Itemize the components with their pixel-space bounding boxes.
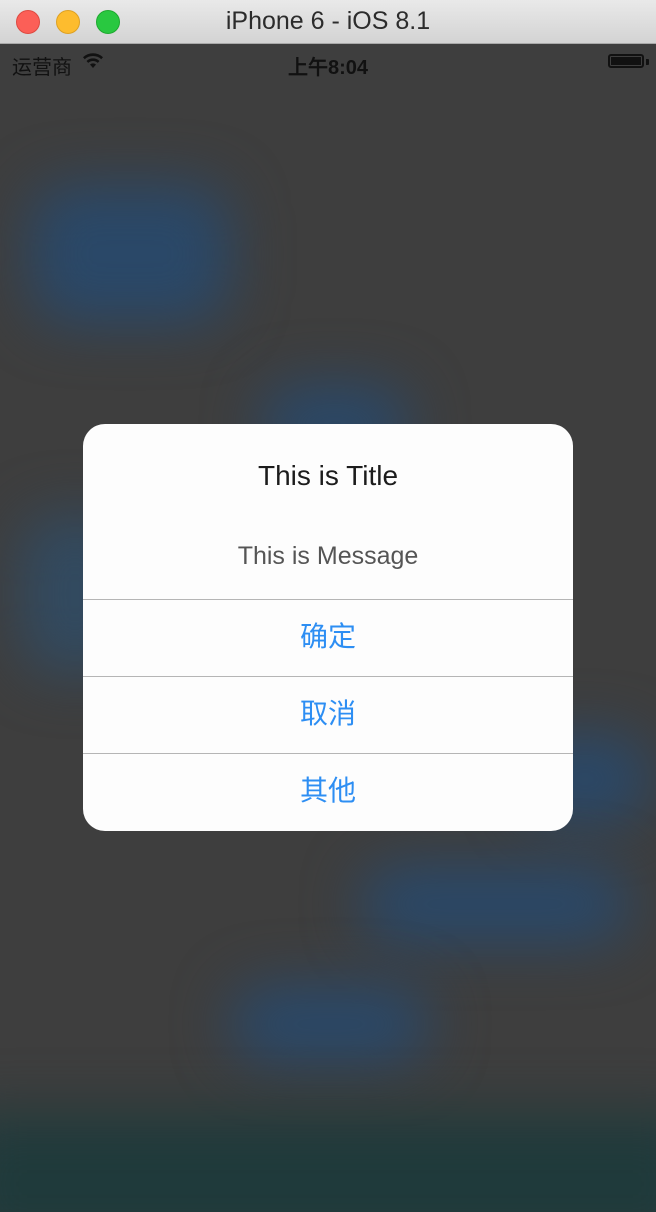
- cancel-button[interactable]: 取消: [83, 676, 573, 753]
- alert-title: This is Title: [257, 460, 399, 491]
- window-titlebar: iPhone 6 - iOS 8.1: [0, 0, 656, 44]
- background-blur: [0, 1114, 656, 1212]
- battery-icon: [608, 54, 644, 68]
- battery-terminal: [646, 59, 649, 65]
- alert-dialog: This is Title This is Message 确定 取消 其他: [83, 424, 573, 831]
- background-blur: [230, 984, 430, 1064]
- status-time: 上午8:04: [287, 57, 369, 79]
- alert-message: This is Message: [237, 542, 419, 570]
- window-title: iPhone 6 - iOS 8.1: [225, 7, 431, 35]
- confirm-button[interactable]: 确定: [83, 599, 573, 676]
- simulator-window: iPhone 6 - iOS 8.1 运营商 上午8:04 This is Ti…: [0, 0, 656, 1212]
- background-blur: [30, 184, 230, 324]
- status-bar: 运营商 上午8:04: [0, 44, 656, 82]
- other-button[interactable]: 其他: [83, 753, 573, 830]
- device-screen: 运营商 上午8:04 This is Title This is Message…: [0, 44, 656, 1212]
- background-blur: [360, 864, 630, 944]
